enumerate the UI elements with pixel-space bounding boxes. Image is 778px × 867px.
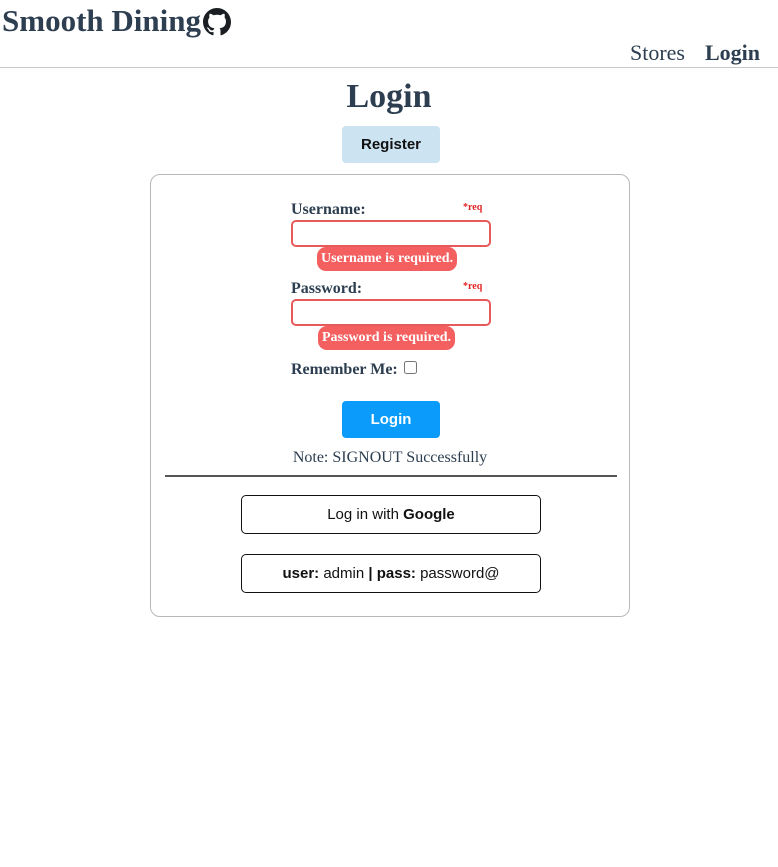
login-card: Username: *req Username is required. Pas… [150,174,630,617]
google-login-provider: Google [403,506,455,523]
demo-pass-value: password@ [415,565,500,582]
demo-user-key: user: [282,565,320,582]
page-title: Login [346,78,432,115]
password-error: Password is required. [318,326,455,350]
site-header: Smooth Dining Stores Login [0,0,778,68]
github-icon[interactable] [202,8,231,36]
google-login-button[interactable]: Log in with Google [241,495,541,534]
username-input[interactable] [291,220,491,247]
password-label: Password: [291,280,363,297]
status-note: Note: SIGNOUT Successfully [292,449,488,466]
remember-me-label: Remember Me: [291,361,398,378]
username-required-marker: *req [463,202,483,213]
demo-credentials-button[interactable]: user: admin | pass: password@ [241,554,541,593]
password-required-marker: *req [463,281,483,292]
divider [165,475,617,477]
nav-stores[interactable]: Stores [630,40,685,66]
demo-pass-key: pass: [372,565,416,582]
google-login-prefix: Log in with [327,506,404,523]
register-button[interactable]: Register [342,126,440,163]
brand[interactable]: Smooth Dining [2,4,231,38]
main-nav: Stores Login [630,40,760,66]
remember-me-checkbox[interactable] [404,361,417,374]
demo-user-value: admin [319,565,369,582]
username-error: Username is required. [317,247,458,271]
username-label: Username: [291,201,366,218]
login-button[interactable]: Login [342,401,440,438]
brand-title: Smooth Dining [2,3,201,38]
nav-login[interactable]: Login [705,40,760,66]
password-input[interactable] [291,299,491,326]
